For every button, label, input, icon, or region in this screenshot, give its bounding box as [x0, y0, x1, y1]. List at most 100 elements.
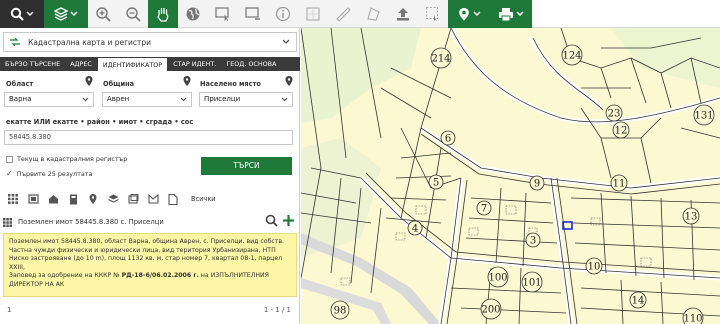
chevron-down-icon — [70, 11, 78, 17]
globe-icon — [186, 7, 200, 21]
results-pager: 1 1 - 1 / 1 — [3, 304, 297, 318]
select-features-tool-button[interactable] — [418, 0, 448, 28]
parcel-label: 131 — [694, 111, 713, 122]
chevron-down-icon — [473, 11, 481, 17]
oblast-select[interactable]: Варна — [4, 92, 94, 107]
chevron-down-icon — [281, 97, 288, 102]
zoom-in-icon — [96, 7, 111, 22]
result-title: Поземлен имот 58445.8.380 с. Приселци — [18, 218, 164, 226]
zoom-in-tool-button[interactable] — [88, 0, 118, 28]
identifier-input-value: 58445.8.380 — [9, 133, 51, 141]
zoom-to-result-icon[interactable] — [265, 214, 278, 227]
select-minus-icon — [245, 7, 260, 20]
chevron-down-icon — [516, 11, 524, 17]
location-pin-icon — [183, 76, 191, 86]
parcel-label: 100 — [488, 273, 507, 284]
layers-tool-button[interactable] — [44, 0, 88, 28]
layers-filter-button[interactable] — [103, 194, 123, 204]
current-register-label: Текущ в кадастралния регистър — [17, 155, 128, 163]
document-filter-button[interactable] — [163, 193, 183, 205]
result-line: Ниско застрояване (до 10 m), площ 1132 к… — [9, 255, 283, 263]
location-pin-icon — [285, 76, 293, 86]
result-line: ДИРЕКТОР НА АК — [9, 280, 65, 288]
document-icon — [168, 193, 178, 205]
parcel-icon — [27, 194, 39, 204]
cadastre-app: Кадастрална карта и регистри БЪРЗО ТЪРСЕ… — [0, 0, 720, 324]
results-filter-icons: Всички — [3, 192, 297, 206]
zone-icon — [147, 194, 159, 204]
naseleno-mqsto-select[interactable]: Приселци — [199, 92, 293, 107]
stack-filter-button[interactable] — [123, 194, 143, 204]
layer-select-value: Кадастрална карта и регистри — [28, 37, 152, 47]
parcel-label: 200 — [481, 305, 500, 316]
hand-icon — [157, 8, 169, 22]
add-result-icon[interactable] — [282, 214, 295, 227]
upload-icon — [397, 8, 409, 21]
chevron-down-icon — [26, 11, 34, 17]
pan-tool-button[interactable] — [148, 0, 178, 28]
obshtina-select[interactable]: Аврен — [102, 92, 192, 107]
current-register-checkbox[interactable]: Текущ в кадастралния регистър — [6, 155, 127, 163]
info-icon — [275, 6, 291, 22]
result-line: Заповед за одобрение на КККР № РД-18-6/0… — [9, 272, 291, 281]
building-filter-button[interactable] — [43, 194, 63, 204]
result-line: Поземлен имот 58445.8.380, област Варна,… — [9, 238, 285, 245]
layers-icon — [107, 194, 119, 203]
location-pin-icon — [85, 76, 93, 86]
layer-select[interactable]: Кадастрална карта и регистри — [3, 32, 297, 52]
search-tabs: БЪРЗО ТЪРСЕНЕ АДРЕС ИДЕНТИФИКАТОР СТАР И… — [0, 57, 300, 71]
checkbox-box[interactable] — [6, 155, 13, 163]
naseleno-mqsto-label: Населено място — [200, 80, 261, 88]
parcel-label: 23 — [608, 109, 621, 120]
order-prefix: Заповед за одобрение на КККР № — [9, 272, 120, 280]
measure-line-tool-button[interactable] — [328, 0, 358, 28]
naseleno-mqsto-select-value: Приселци — [204, 95, 241, 103]
parcel-filter-button[interactable] — [23, 194, 43, 204]
pager-page[interactable]: 1 — [7, 306, 11, 314]
order-suffix: на ИЗПЪЛНИТЕЛНИЯ — [200, 272, 269, 280]
measure-polygon-tool-button[interactable] — [358, 0, 388, 28]
map-canvas[interactable]: 214 124 23 12 131 6 5 9 11 7 4 13 3 10 1… — [301, 28, 720, 324]
grid-icon — [8, 194, 18, 204]
tab-old-identifier[interactable]: СТАР ИДЕНТ. — [168, 57, 221, 71]
apartment-filter-button[interactable] — [63, 194, 83, 205]
parcel-label: 98 — [334, 306, 347, 317]
zone-filter-button[interactable] — [143, 194, 163, 204]
cadastral-map[interactable]: 214 124 23 12 131 6 5 9 11 7 4 13 3 10 1… — [301, 28, 720, 324]
print-tool-button[interactable] — [490, 0, 532, 28]
parcel-label: 5 — [433, 178, 439, 189]
parcel-label: 110 — [683, 314, 702, 324]
location-tool-button[interactable] — [448, 0, 490, 28]
measure-area-tool-button[interactable] — [298, 0, 328, 28]
select-rect-tool-button[interactable] — [208, 0, 238, 28]
point-filter-button[interactable] — [83, 193, 103, 205]
parcel-label: 11 — [613, 179, 626, 190]
first-results-checkbox[interactable]: ✓ Първите 25 резултата — [6, 169, 92, 178]
select-tool-button[interactable] — [238, 0, 268, 28]
identifier-input[interactable]: 58445.8.380 — [4, 130, 293, 145]
tab-quick-search[interactable]: БЪРЗО ТЪРСЕНЕ — [0, 57, 65, 71]
search-button[interactable]: ТЪРСИ — [201, 157, 292, 175]
pager-range: 1 - 1 / 1 — [263, 306, 291, 314]
parcel-label: 14 — [632, 296, 645, 307]
grid-filter-button[interactable] — [3, 194, 23, 204]
tab-identifier[interactable]: ИДЕНТИФИКАТОР — [96, 57, 169, 71]
stack-icon — [127, 194, 138, 204]
obshtina-select-value: Аврен — [107, 95, 130, 103]
result-card[interactable]: Поземлен имот 58445.8.380, област Варна,… — [3, 233, 297, 297]
tab-geodetic-base[interactable]: ГЕОД. ОСНОВА — [221, 57, 281, 71]
chevron-down-icon — [82, 97, 89, 102]
globe-tool-button[interactable] — [178, 0, 208, 28]
info-tool-button[interactable] — [268, 0, 298, 28]
checkmark-icon: ✓ — [6, 169, 13, 178]
zoom-out-tool-button[interactable] — [118, 0, 148, 28]
toolbar-filler — [532, 0, 720, 27]
order-number[interactable]: РД-18-6/06.02.2006 г. — [122, 272, 199, 279]
search-tool-button[interactable] — [0, 0, 44, 28]
house-icon — [48, 195, 58, 204]
tab-address[interactable]: АДРЕС — [65, 57, 97, 71]
all-filter-label[interactable]: Всички — [191, 195, 216, 203]
print-icon — [499, 7, 513, 21]
upload-tool-button[interactable] — [388, 0, 418, 28]
obshtina-label: Община — [103, 80, 135, 88]
